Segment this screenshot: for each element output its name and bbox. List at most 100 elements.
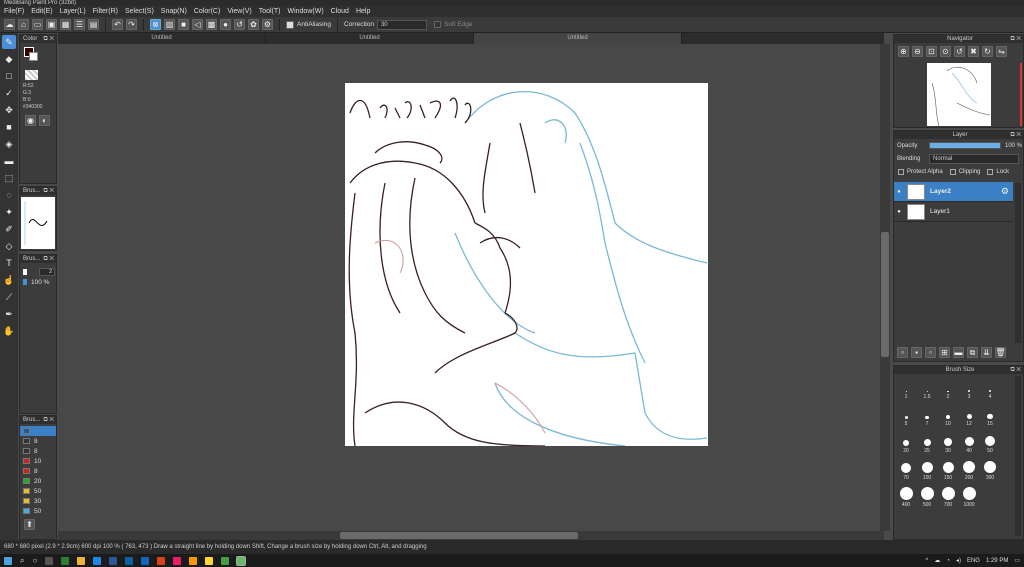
brush-size-option[interactable]: 200 <box>959 457 979 483</box>
store-icon[interactable] <box>125 556 134 565</box>
panel-close-icon[interactable]: ⧉ ✕ <box>43 416 54 424</box>
brush-list-item[interactable] <box>20 426 56 436</box>
panel-close-icon[interactable]: ⧉ ✕ <box>1010 35 1021 43</box>
new-layer-icon[interactable]: ▫ <box>897 347 908 358</box>
new-halftone-layer-icon[interactable]: ▪ <box>911 347 922 358</box>
settings-icon[interactable]: ✿ <box>248 19 259 30</box>
menu-cloud[interactable]: Cloud <box>331 8 349 15</box>
visibility-icon[interactable]: ● <box>894 189 904 195</box>
dot-tool-icon[interactable]: ✓ <box>2 86 16 100</box>
start-icon[interactable] <box>4 556 12 565</box>
brush-size-option[interactable]: 500 <box>917 484 937 510</box>
perspective-icon[interactable]: ◁ <box>192 19 203 30</box>
select-pen-tool-icon[interactable]: ✐ <box>2 222 16 236</box>
layer-row-layer1[interactable]: ● Layer1 <box>894 202 1013 222</box>
home-icon[interactable]: ⌂ <box>18 19 29 30</box>
horizontal-scrollbar[interactable] <box>58 531 884 540</box>
panel-close-icon[interactable]: ⧉ ✕ <box>43 35 54 43</box>
eraser-tool-icon[interactable]: ◆ <box>2 52 16 66</box>
brush-size-option[interactable]: 1 <box>896 376 916 402</box>
color-picker-icon[interactable]: ◐ <box>39 115 50 126</box>
list-icon[interactable]: ☰ <box>74 19 85 30</box>
layer-settings-gear-icon[interactable]: ⚙ <box>1001 186 1009 197</box>
brush-size-option[interactable]: 300 <box>980 457 1000 483</box>
transparent-swatch[interactable] <box>25 70 38 80</box>
soft-edge-checkbox[interactable] <box>433 21 441 28</box>
panel-close-icon[interactable]: ⧉ ✕ <box>43 255 54 263</box>
text-tool-icon[interactable]: T <box>2 256 16 270</box>
select-eraser-tool-icon[interactable]: ◇ <box>2 239 16 253</box>
blending-select[interactable]: Normal <box>929 153 1019 164</box>
rotate-left-icon[interactable]: ↺ <box>954 46 965 57</box>
brush-list-item[interactable]: 50 <box>20 486 56 496</box>
grid-mode-icon[interactable]: ▨ <box>164 19 175 30</box>
circle-icon[interactable]: ● <box>220 19 231 30</box>
add-layer-menu-icon[interactable]: ⊞ <box>939 347 950 358</box>
clipping-checkbox[interactable] <box>949 168 956 175</box>
brush-size-option[interactable]: 150 <box>938 457 958 483</box>
brush-list-item[interactable]: 8 <box>20 446 56 456</box>
brush-list-item[interactable]: 50 <box>20 506 56 516</box>
brush-tool-icon[interactable]: ✎ <box>2 35 16 49</box>
app-icon[interactable] <box>189 556 198 565</box>
brush-size-option[interactable]: 70 <box>896 457 916 483</box>
pattern-icon[interactable]: ▩ <box>206 19 217 30</box>
menu-layer[interactable]: Layer(L) <box>60 8 86 15</box>
brush-size-option[interactable]: 12 <box>959 403 979 429</box>
layer-opacity-slider[interactable] <box>929 142 1001 149</box>
brush-list-item[interactable]: 30 <box>20 496 56 506</box>
menu-color[interactable]: Color(C) <box>194 8 220 15</box>
square-icon[interactable]: ■ <box>178 19 189 30</box>
app-icon[interactable] <box>221 556 230 565</box>
brush-size-option[interactable]: 2 <box>938 376 958 402</box>
brush-size-option[interactable]: 25 <box>917 430 937 456</box>
brush-size-option[interactable]: 15 <box>980 403 1000 429</box>
language-indicator[interactable]: ENG <box>967 558 980 564</box>
correction-select[interactable]: 30 <box>376 19 427 30</box>
app-icon[interactable] <box>157 556 166 565</box>
menu-select[interactable]: Select(S) <box>125 8 154 15</box>
brush-size-option[interactable]: 30 <box>938 430 958 456</box>
app-icon[interactable] <box>61 556 70 565</box>
word-icon[interactable] <box>141 556 150 565</box>
edge-icon[interactable] <box>93 556 102 565</box>
vertical-scroll-thumb[interactable] <box>881 232 889 357</box>
duplicate-layer-icon[interactable]: ⧉ <box>967 347 978 358</box>
mail-icon[interactable] <box>109 556 118 565</box>
operation-tool-icon[interactable]: ☝ <box>2 273 16 287</box>
select-tool-icon[interactable]: ⬚ <box>2 171 16 185</box>
hand-tool-icon[interactable]: ✋ <box>2 324 16 338</box>
actual-size-icon[interactable]: ⊙ <box>940 46 951 57</box>
window-icon[interactable]: ▣ <box>46 19 57 30</box>
chrome-icon[interactable] <box>205 556 214 565</box>
vertical-scrollbar[interactable] <box>880 44 890 531</box>
brush-size-option[interactable]: 1000 <box>959 484 979 510</box>
lasso-tool-icon[interactable]: ◌ <box>2 188 16 202</box>
brush-size-scrollbar[interactable] <box>1015 376 1021 536</box>
layer-row-layer2[interactable]: ● Layer2 ⚙ <box>894 182 1013 202</box>
brush-size-option[interactable]: 5 <box>896 403 916 429</box>
medibang-taskbar-icon[interactable] <box>236 555 247 566</box>
panel-close-icon[interactable]: ⧉ ✕ <box>1010 366 1021 374</box>
onedrive-icon[interactable]: ☁ <box>934 557 940 564</box>
antialias-checkbox[interactable] <box>286 20 294 29</box>
freehand-mode-icon[interactable]: ⊗ <box>150 19 161 30</box>
flip-icon[interactable]: ⇋ <box>996 46 1007 57</box>
zoom-in-icon[interactable]: ⊕ <box>898 46 909 57</box>
menu-help[interactable]: Help <box>356 8 370 15</box>
protect-alpha-checkbox[interactable] <box>898 168 904 175</box>
drawing-canvas[interactable] <box>345 83 708 447</box>
magic-wand-tool-icon[interactable]: ✦ <box>2 205 16 219</box>
tab-untitled-1[interactable]: Untitled <box>58 33 266 44</box>
add-brush-icon[interactable]: ⬆ <box>24 519 35 530</box>
brush-opacity-field[interactable]: 100 % <box>31 279 49 286</box>
bucket-tool-icon[interactable]: ◈ <box>2 137 16 151</box>
menu-tool[interactable]: Tool(T) <box>259 8 281 15</box>
gear-icon[interactable]: ⚙ <box>262 19 273 30</box>
reset-rotation-icon[interactable]: ✖ <box>968 46 979 57</box>
navigator-preview[interactable] <box>927 63 991 127</box>
secondary-color-swatch[interactable] <box>29 52 38 61</box>
brush-size-option[interactable]: 3 <box>959 376 979 402</box>
menu-edit[interactable]: Edit(E) <box>31 8 52 15</box>
panel-close-icon[interactable]: ⧉ ✕ <box>1010 131 1021 139</box>
